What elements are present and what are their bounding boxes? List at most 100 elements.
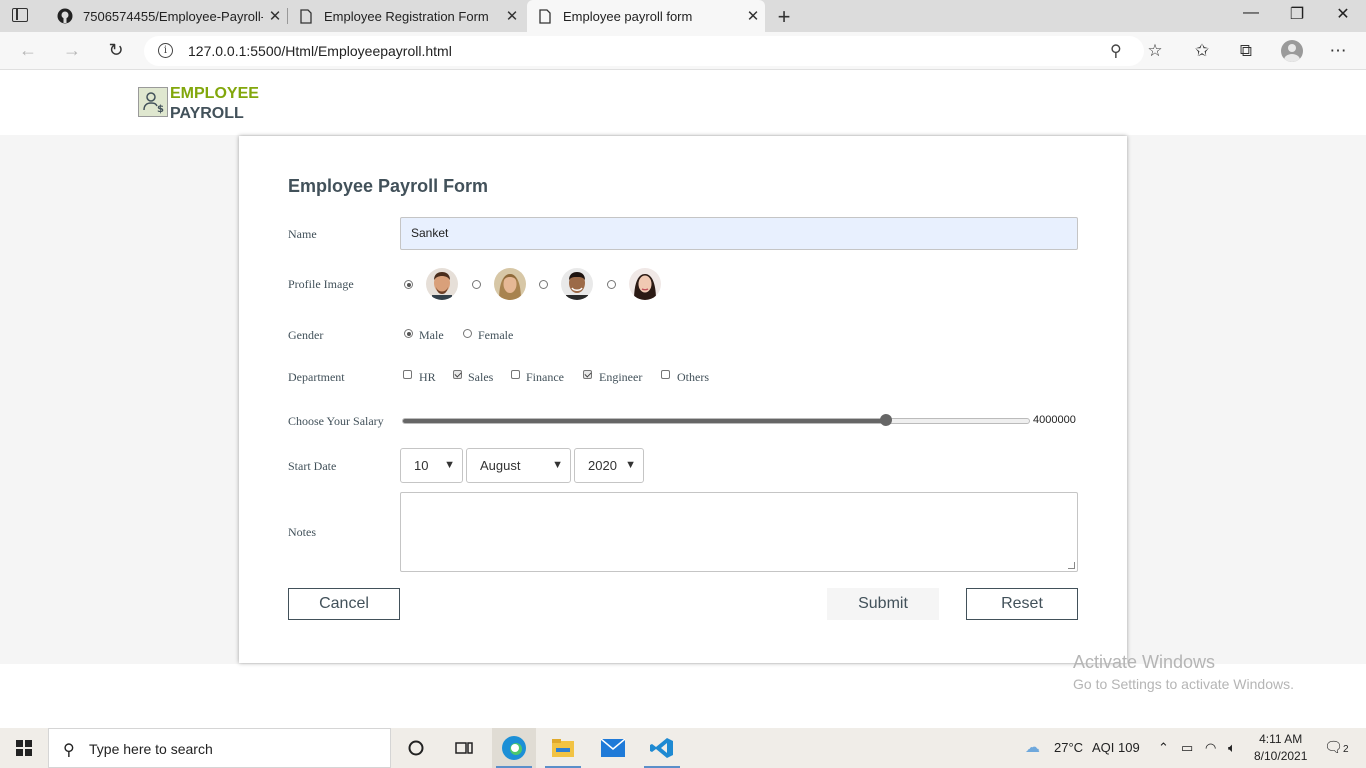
department-checkbox-hr[interactable] [403,370,412,379]
gender-option-male: Male [419,328,444,342]
windows-start-icon[interactable] [16,740,32,756]
notes-textarea[interactable] [400,492,1078,572]
cortana-icon[interactable] [394,728,438,768]
minimize-icon[interactable]: — [1228,4,1274,22]
gender-label: Gender [288,328,324,342]
start-year-select[interactable]: 2020 ▼ [574,448,644,483]
gender-option-female: Female [478,328,514,342]
start-month-value: August [480,458,521,473]
collections-icon[interactable]: ⧉ [1234,41,1258,61]
department-checkbox-finance[interactable] [511,370,520,379]
department-option-sales: Sales [468,370,494,384]
page-icon [298,8,314,24]
profile-radio-2[interactable] [472,280,481,289]
department-checkbox-others[interactable] [661,370,670,379]
tab-actions-icon[interactable] [12,8,28,22]
info-icon[interactable]: i [158,43,173,58]
taskbar-search[interactable]: ⚲ Type here to search [48,728,391,768]
search-icon: ⚲ [63,742,75,759]
vscode-icon[interactable] [640,728,684,768]
salary-slider[interactable] [402,418,1030,424]
system-clock[interactable]: 4:11 AM 8/10/2021 [1254,731,1307,765]
resize-grip-icon[interactable] [1068,562,1075,569]
start-month-select[interactable]: August ▼ [466,448,571,483]
profile-avatar-3[interactable] [561,268,593,300]
more-options-icon[interactable]: ⋯ [1326,41,1350,61]
profile-radio-4[interactable] [607,280,616,289]
forward-icon[interactable]: → [60,40,84,61]
page-icon [537,8,553,24]
task-view-icon[interactable] [442,728,486,768]
gender-radio-male[interactable] [404,329,413,338]
salary-label: Choose Your Salary [288,414,384,428]
notifications-icon[interactable]: 🗨︎2 [1324,738,1349,756]
tab-close-icon[interactable]: ✕ [741,7,765,25]
profile-avatar[interactable] [1281,40,1303,62]
tab-close-icon[interactable]: ✕ [263,7,287,25]
close-window-icon[interactable]: ✕ [1320,4,1366,24]
refresh-icon[interactable]: ↻ [104,40,128,61]
reset-button[interactable]: Reset [966,588,1078,620]
tab-payroll[interactable]: Employee payroll form ✕ [527,0,765,32]
weather-icon[interactable]: ☁ [1025,738,1040,756]
chevron-down-icon: ▼ [444,459,455,471]
wifi-icon[interactable]: ◠ [1205,740,1216,756]
weather-aqi[interactable]: AQI 109 [1092,740,1140,755]
department-label: Department [288,370,345,384]
tab-registration[interactable]: Employee Registration Form ✕ [288,0,524,32]
start-day-select[interactable]: 10 ▼ [400,448,463,483]
zoom-icon[interactable]: ⚲ [1110,41,1122,61]
activation-title: Activate Windows [1073,652,1216,672]
notes-label: Notes [288,525,316,539]
start-day-value: 10 [414,458,429,473]
edge-browser-icon[interactable] [492,728,536,768]
logo-text: EMPLOYEE PAYROLL [170,84,259,124]
tab-github[interactable]: 7506574455/Employee-Payroll-A ✕ [47,0,287,32]
add-favorite-icon[interactable]: ☆ [1143,41,1167,61]
page-header: $ EMPLOYEE PAYROLL [0,71,1366,135]
chevron-up-icon[interactable]: ⌃ [1158,740,1169,756]
chevron-down-icon: ▼ [625,459,636,471]
profile-radio-1[interactable] [404,280,413,289]
notification-count: 2 [1343,744,1349,755]
battery-icon[interactable]: ▭ [1181,740,1193,756]
logo-line2: PAYROLL [170,105,244,122]
page-content: $ EMPLOYEE PAYROLL Employee Payroll Form… [0,71,1366,728]
gender-radio-female[interactable] [463,329,472,338]
start-date-label: Start Date [288,459,337,473]
new-tab-icon[interactable]: + [772,4,796,30]
salary-slider-thumb[interactable] [879,414,892,426]
department-option-engineer: Engineer [599,370,643,384]
salary-output: 4000000 [1033,414,1076,426]
browser-toolbar: ← → ↻ i 127.0.0.1:5500/Html/Employeepayr… [0,32,1366,70]
tab-title: 7506574455/Employee-Payroll-A [83,8,263,24]
salary-slider-fill [403,419,886,423]
mail-icon[interactable] [591,728,635,768]
profile-avatar-1[interactable] [426,268,458,300]
tab-title: Employee Registration Form [324,8,489,24]
department-option-hr: HR [419,370,436,384]
github-icon [57,8,73,24]
tab-close-icon[interactable]: ✕ [500,7,524,25]
back-icon[interactable]: ← [16,40,40,61]
weather-temp[interactable]: 27°C [1054,740,1083,755]
name-input[interactable]: Sanket [400,217,1078,250]
address-bar[interactable]: i 127.0.0.1:5500/Html/Employeepayroll.ht… [144,36,1144,66]
volume-icon[interactable]: 🔈︎ [1228,740,1236,756]
windows-taskbar: ⚲ Type here to search ☁ 27°C AQI 109 ⌃ ▭… [0,728,1366,768]
profile-radio-3[interactable] [539,280,548,289]
profile-avatar-2[interactable] [494,268,526,300]
restore-icon[interactable]: ❐ [1274,4,1320,24]
file-explorer-icon[interactable] [541,728,585,768]
department-checkbox-sales[interactable] [453,370,462,379]
submit-button[interactable]: Submit [827,588,939,620]
browser-tab-strip: 7506574455/Employee-Payroll-A ✕ Employee… [0,0,1366,32]
profile-avatar-4[interactable] [629,268,661,300]
favorites-icon[interactable]: ✩ [1190,41,1214,61]
search-placeholder: Type here to search [89,741,213,757]
clock-time: 4:11 AM [1259,732,1303,746]
department-option-finance: Finance [526,370,564,384]
cancel-button[interactable]: Cancel [288,588,400,620]
department-option-others: Others [677,370,709,384]
department-checkbox-engineer[interactable] [583,370,592,379]
